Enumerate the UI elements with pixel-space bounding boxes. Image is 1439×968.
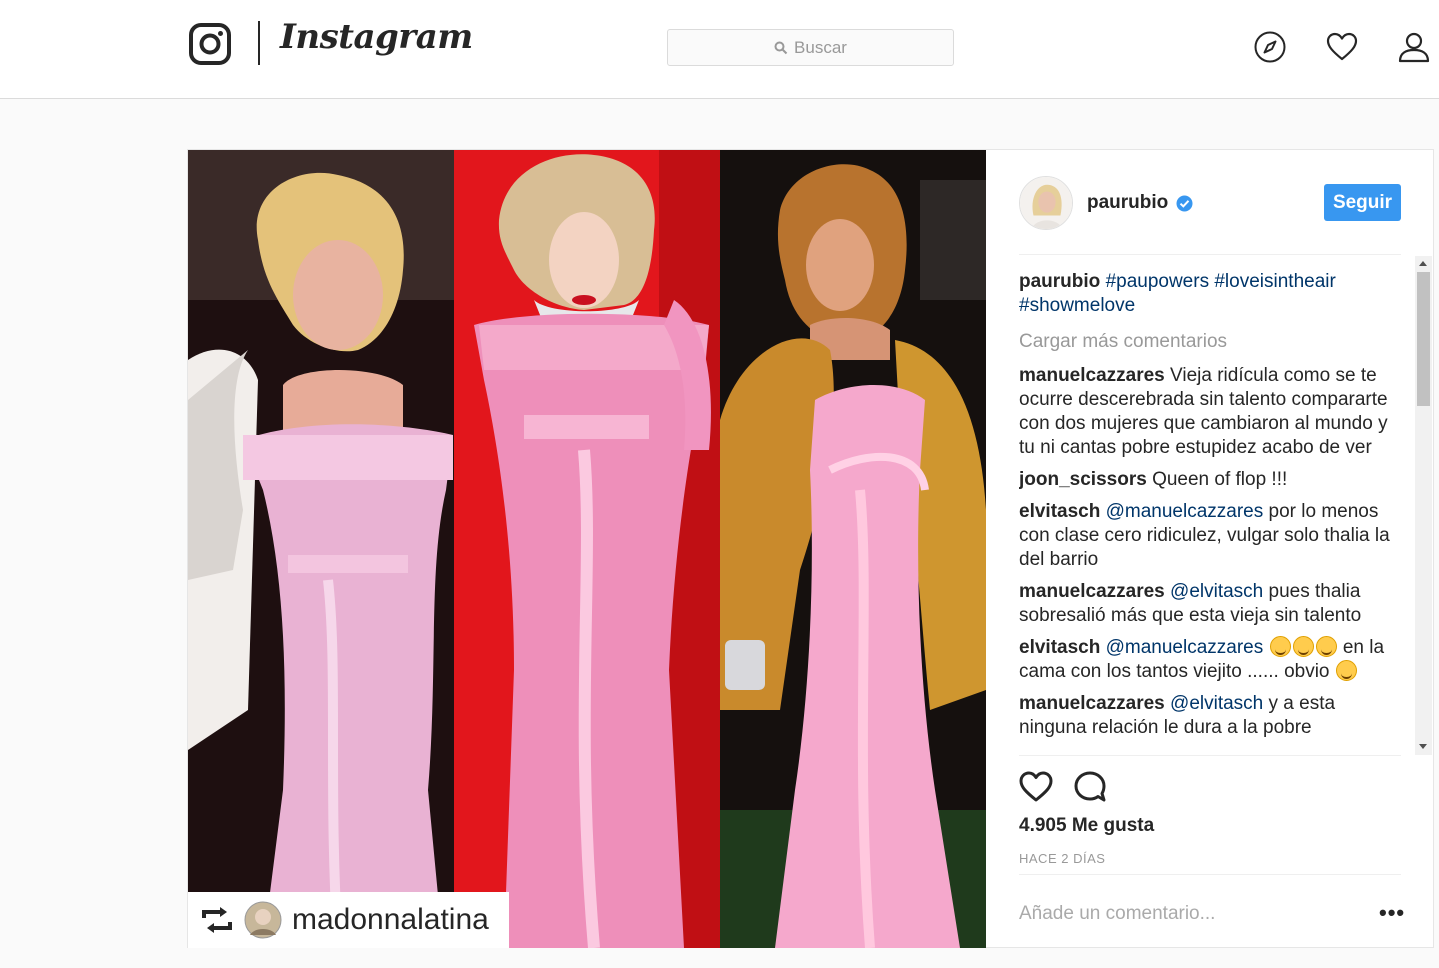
search-placeholder: Buscar: [794, 37, 847, 57]
repost-username: madonnalatina: [292, 903, 489, 936]
likes-count[interactable]: 4.905 Me gusta: [1019, 815, 1154, 837]
comment-user[interactable]: manuelcazzares: [1019, 693, 1165, 714]
comment-item: manuelcazzares Vieja ridícula como se te…: [1019, 364, 1401, 460]
avatar[interactable]: [1019, 176, 1073, 230]
scroll-up-arrow-icon[interactable]: [1419, 261, 1427, 266]
comment-user[interactable]: elvitasch: [1019, 637, 1100, 658]
more-options-icon[interactable]: •••: [1379, 900, 1405, 926]
top-nav: Instagram Buscar: [0, 0, 1439, 99]
collage-panel-middle: [454, 150, 720, 948]
repost-avatar: [244, 901, 282, 939]
comments-list[interactable]: paurubio #paupowers #loveisintheair #sho…: [1019, 270, 1401, 754]
heart-icon[interactable]: [1325, 30, 1359, 64]
load-more-comments[interactable]: Cargar más comentarios: [1019, 330, 1401, 354]
footer-divider: [1019, 874, 1401, 875]
instagram-camera-icon[interactable]: [189, 23, 231, 65]
user-icon[interactable]: [1397, 30, 1431, 64]
post-sidebar: paurubio Seguir paurubio #paupowers #lov…: [987, 150, 1434, 948]
caption: paurubio #paupowers #loveisintheair #sho…: [1019, 270, 1401, 318]
comment-item: manuelcazzares @elvitasch y a esta ningu…: [1019, 692, 1401, 740]
collage-panel-left: [188, 150, 454, 948]
logo-separator: [258, 21, 260, 65]
smiling-emoji-icon: [1335, 660, 1357, 681]
comment-mention[interactable]: @manuelcazzares: [1106, 501, 1264, 522]
post-header: paurubio: [1019, 176, 1193, 230]
comment-mention[interactable]: @elvitasch: [1170, 693, 1263, 714]
laughing-emoji-icon: [1269, 636, 1291, 657]
post-image[interactable]: madonnalatina: [188, 150, 986, 948]
caption-hashtag[interactable]: #showmelove: [1019, 295, 1135, 316]
comments-divider: [1019, 755, 1401, 756]
search-input[interactable]: Buscar: [667, 29, 954, 66]
post-card: madonnalatina paurubio Seguir paurubio #…: [187, 149, 1434, 948]
laughing-emoji-icon: [1315, 636, 1337, 657]
post-timestamp[interactable]: HACE 2 DÍAS: [1019, 851, 1105, 866]
comment-text: Queen of flop !!!: [1152, 469, 1288, 490]
laughing-emoji-icon: [1292, 636, 1314, 657]
verified-badge-icon: [1176, 195, 1193, 211]
comment-item: manuelcazzares @elvitasch pues thalia so…: [1019, 580, 1401, 628]
post-actions: [1019, 770, 1107, 804]
caption-hashtags[interactable]: #paupowers #loveisintheair: [1106, 271, 1336, 292]
post-author[interactable]: paurubio: [1087, 192, 1168, 214]
repost-badge[interactable]: madonnalatina: [188, 892, 509, 948]
comment-user[interactable]: manuelcazzares: [1019, 581, 1165, 602]
scrollbar-thumb[interactable]: [1417, 272, 1430, 406]
comment-bubble-icon[interactable]: [1073, 770, 1107, 804]
comment-user[interactable]: elvitasch: [1019, 501, 1100, 522]
comment-user[interactable]: joon_scissors: [1019, 469, 1147, 490]
like-heart-icon[interactable]: [1019, 770, 1053, 804]
header-divider: [1019, 254, 1401, 255]
follow-button[interactable]: Seguir: [1324, 184, 1401, 221]
add-comment-input[interactable]: Añade un comentario...: [1019, 903, 1215, 925]
comment-mention[interactable]: @manuelcazzares: [1106, 637, 1264, 658]
repost-icon: [202, 907, 232, 933]
caption-user[interactable]: paurubio: [1019, 271, 1100, 292]
comment-mention[interactable]: @elvitasch: [1170, 581, 1263, 602]
comment-item: elvitasch @manuelcazzares en la cama con…: [1019, 636, 1401, 684]
collage-panel-right: [720, 150, 986, 948]
comment-item: elvitasch @manuelcazzares por lo menos c…: [1019, 500, 1401, 572]
instagram-wordmark[interactable]: Instagram: [280, 17, 473, 57]
comments-scrollbar[interactable]: [1415, 256, 1432, 755]
comment-item: joon_scissors Queen of flop !!!: [1019, 468, 1401, 492]
compass-icon[interactable]: [1253, 30, 1287, 64]
search-icon: [774, 41, 788, 54]
comment-user[interactable]: manuelcazzares: [1019, 365, 1165, 386]
scroll-down-arrow-icon[interactable]: [1419, 744, 1427, 749]
